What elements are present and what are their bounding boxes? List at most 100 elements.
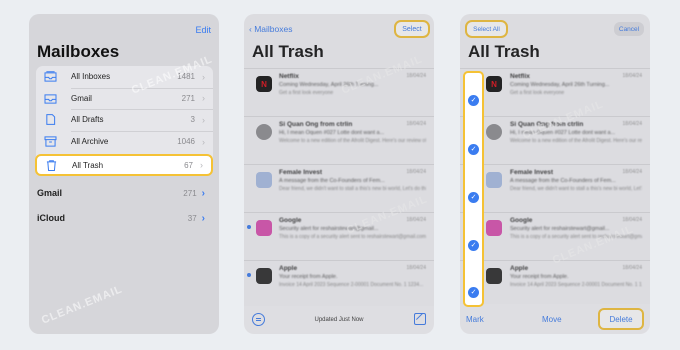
email-row[interactable]: N Netflix 18/04/24 Coming Wednesday, Apr… bbox=[244, 68, 434, 116]
email-subject: Your receipt from Apple. bbox=[510, 274, 569, 280]
selection-column: ✓ ✓ ✓ ✓ ✓ bbox=[463, 71, 484, 307]
email-date: 18/04/24 bbox=[406, 169, 426, 175]
mailbox-label: All Inboxes bbox=[71, 72, 111, 82]
back-label: Mailboxes bbox=[254, 24, 293, 34]
mailbox-count: 1481 bbox=[177, 72, 195, 82]
apple-icon bbox=[486, 268, 502, 284]
trash-screen: ‹ Mailboxes Select All Trash N Netflix 1… bbox=[244, 14, 434, 334]
trash-icon bbox=[45, 159, 59, 171]
email-row[interactable]: N Netflix 18/04/24 Coming Wednesday, Apr… bbox=[460, 68, 650, 116]
email-date: 18/04/24 bbox=[406, 121, 426, 127]
email-subject: Security alert for reshairstewart@gmail.… bbox=[510, 226, 610, 232]
email-row[interactable]: Female Invest 18/04/24 A message from th… bbox=[460, 164, 650, 212]
email-preview: Invoice 14 April 2023 Sequence 2-00001 D… bbox=[279, 282, 424, 288]
mailbox-all-inboxes[interactable]: All Inboxes 1481 › bbox=[36, 66, 213, 88]
move-button[interactable]: Move bbox=[542, 315, 562, 324]
mark-button[interactable]: Mark bbox=[466, 315, 484, 324]
netflix-icon: N bbox=[486, 76, 502, 92]
email-date: 18/04/24 bbox=[406, 73, 426, 79]
checkmark-icon[interactable]: ✓ bbox=[468, 287, 479, 298]
email-subject: A message from the Co-Founders of Fem... bbox=[279, 178, 385, 184]
filter-icon[interactable] bbox=[252, 313, 265, 326]
email-sender: Netflix bbox=[279, 73, 299, 80]
email-subject: Hi, I mean Oquen #027 Lotte dont want a.… bbox=[279, 130, 385, 136]
avatar bbox=[256, 124, 272, 140]
email-preview: Invoice 14 April 2023 Sequence 2-00001 D… bbox=[510, 282, 642, 288]
email-preview: Welcome to a new edition of the Afrolit … bbox=[279, 138, 426, 144]
mailbox-all-drafts[interactable]: All Drafts 3 › bbox=[36, 109, 213, 131]
account-label: Gmail bbox=[37, 188, 63, 198]
back-button[interactable]: ‹ Mailboxes bbox=[249, 24, 292, 34]
email-preview: Get a first look everyone bbox=[279, 90, 334, 96]
email-sender: Female Invest bbox=[279, 169, 322, 176]
chevron-right-icon: › bbox=[201, 187, 205, 199]
mailbox-gmail[interactable]: Gmail 271 › bbox=[36, 87, 213, 110]
google-icon bbox=[256, 220, 272, 236]
google-icon bbox=[486, 220, 502, 236]
apple-icon bbox=[256, 268, 272, 284]
mailbox-count: 1046 bbox=[177, 137, 195, 147]
watermark: CLEAN.EMAIL bbox=[39, 283, 125, 327]
mailbox-label: All Archive bbox=[71, 137, 109, 147]
email-list: N Netflix 18/04/24 Coming Wednesday, Apr… bbox=[244, 68, 434, 308]
bottom-toolbar: Updated Just Now bbox=[244, 306, 434, 334]
email-date: 18/04/24 bbox=[622, 265, 642, 271]
chevron-right-icon: › bbox=[200, 160, 203, 170]
email-date: 18/04/24 bbox=[622, 169, 642, 175]
email-row[interactable]: Google 18/04/24 Security alert for resha… bbox=[244, 212, 434, 260]
email-preview: Dear friend, we didn't want to stall a t… bbox=[279, 186, 426, 192]
trash-edit-screen: Select All Cancel All Trash ✓ ✓ ✓ ✓ ✓ N … bbox=[460, 14, 650, 334]
checkmark-icon[interactable]: ✓ bbox=[468, 144, 479, 155]
email-sender: Si Quan Ong from ctrlin bbox=[279, 121, 353, 128]
mailbox-all-trash[interactable]: All Trash 67 › bbox=[35, 154, 213, 176]
email-sender: Google bbox=[510, 217, 533, 224]
delete-button[interactable]: Delete bbox=[598, 308, 644, 330]
checkmark-icon[interactable]: ✓ bbox=[468, 192, 479, 203]
mailbox-count: 67 bbox=[184, 160, 193, 170]
email-row[interactable]: Apple 18/04/24 Your receipt from Apple. … bbox=[244, 260, 434, 308]
chevron-right-icon: › bbox=[202, 93, 205, 104]
account-count: 271 bbox=[183, 188, 197, 198]
email-row[interactable]: Female Invest 18/04/24 A message from th… bbox=[244, 164, 434, 212]
envelope-icon bbox=[486, 172, 502, 188]
mailbox-label: All Drafts bbox=[71, 115, 104, 125]
chevron-right-icon: › bbox=[201, 212, 205, 224]
mailbox-label: Gmail bbox=[71, 93, 92, 103]
checkmark-icon[interactable]: ✓ bbox=[468, 95, 479, 106]
avatar bbox=[486, 124, 502, 140]
email-row[interactable]: Si Quan Ong from ctrlin 18/04/24 Hi, I m… bbox=[460, 116, 650, 164]
email-list: N Netflix 18/04/24 Coming Wednesday, Apr… bbox=[460, 68, 650, 308]
cancel-button[interactable]: Cancel bbox=[614, 22, 644, 36]
account-count: 37 bbox=[187, 213, 197, 223]
inbox-icon bbox=[44, 92, 58, 104]
checkmark-icon[interactable]: ✓ bbox=[468, 240, 479, 251]
email-subject: Coming Wednesday, April 26th Turning... bbox=[279, 82, 379, 88]
bottom-toolbar: Mark Move Delete bbox=[460, 304, 650, 334]
email-subject: Your receipt from Apple. bbox=[279, 274, 338, 280]
email-row[interactable]: Apple 18/04/24 Your receipt from Apple. … bbox=[460, 260, 650, 308]
email-preview: Dear friend, we didn't want to stall a t… bbox=[510, 186, 642, 192]
email-row[interactable]: Si Quan Ong from ctrlin 18/04/24 Hi, I m… bbox=[244, 116, 434, 164]
compose-icon[interactable] bbox=[414, 313, 426, 325]
page-title: All Trash bbox=[252, 42, 324, 61]
email-sender: Apple bbox=[510, 265, 529, 272]
archive-box-icon bbox=[44, 136, 58, 148]
select-button[interactable]: Select bbox=[394, 20, 430, 38]
email-row[interactable]: Google 18/04/24 Security alert for resha… bbox=[460, 212, 650, 260]
status-text: Updated Just Now bbox=[314, 317, 364, 323]
select-all-button[interactable]: Select All bbox=[465, 20, 508, 38]
envelope-icon bbox=[256, 172, 272, 188]
email-sender: Google bbox=[279, 217, 302, 224]
account-gmail[interactable]: Gmail 271 › bbox=[37, 186, 205, 200]
email-preview: Get a first look everyone bbox=[510, 90, 565, 96]
email-preview: This is a copy of a security alert sent … bbox=[279, 234, 426, 240]
email-subject: Security alert for reshairstewart@gmail.… bbox=[279, 226, 379, 232]
account-label: iCloud bbox=[37, 213, 65, 223]
edit-button[interactable]: Edit bbox=[195, 25, 211, 35]
mailboxes-screen: Edit Mailboxes All Inboxes 1481 › Gmail … bbox=[29, 14, 219, 334]
email-sender: Si Quan Ong from ctrlin bbox=[510, 121, 584, 128]
chevron-right-icon: › bbox=[202, 136, 205, 147]
account-icloud[interactable]: iCloud 37 › bbox=[37, 211, 205, 225]
email-date: 18/04/24 bbox=[406, 217, 426, 223]
mailbox-all-archive[interactable]: All Archive 1046 › bbox=[36, 130, 213, 153]
